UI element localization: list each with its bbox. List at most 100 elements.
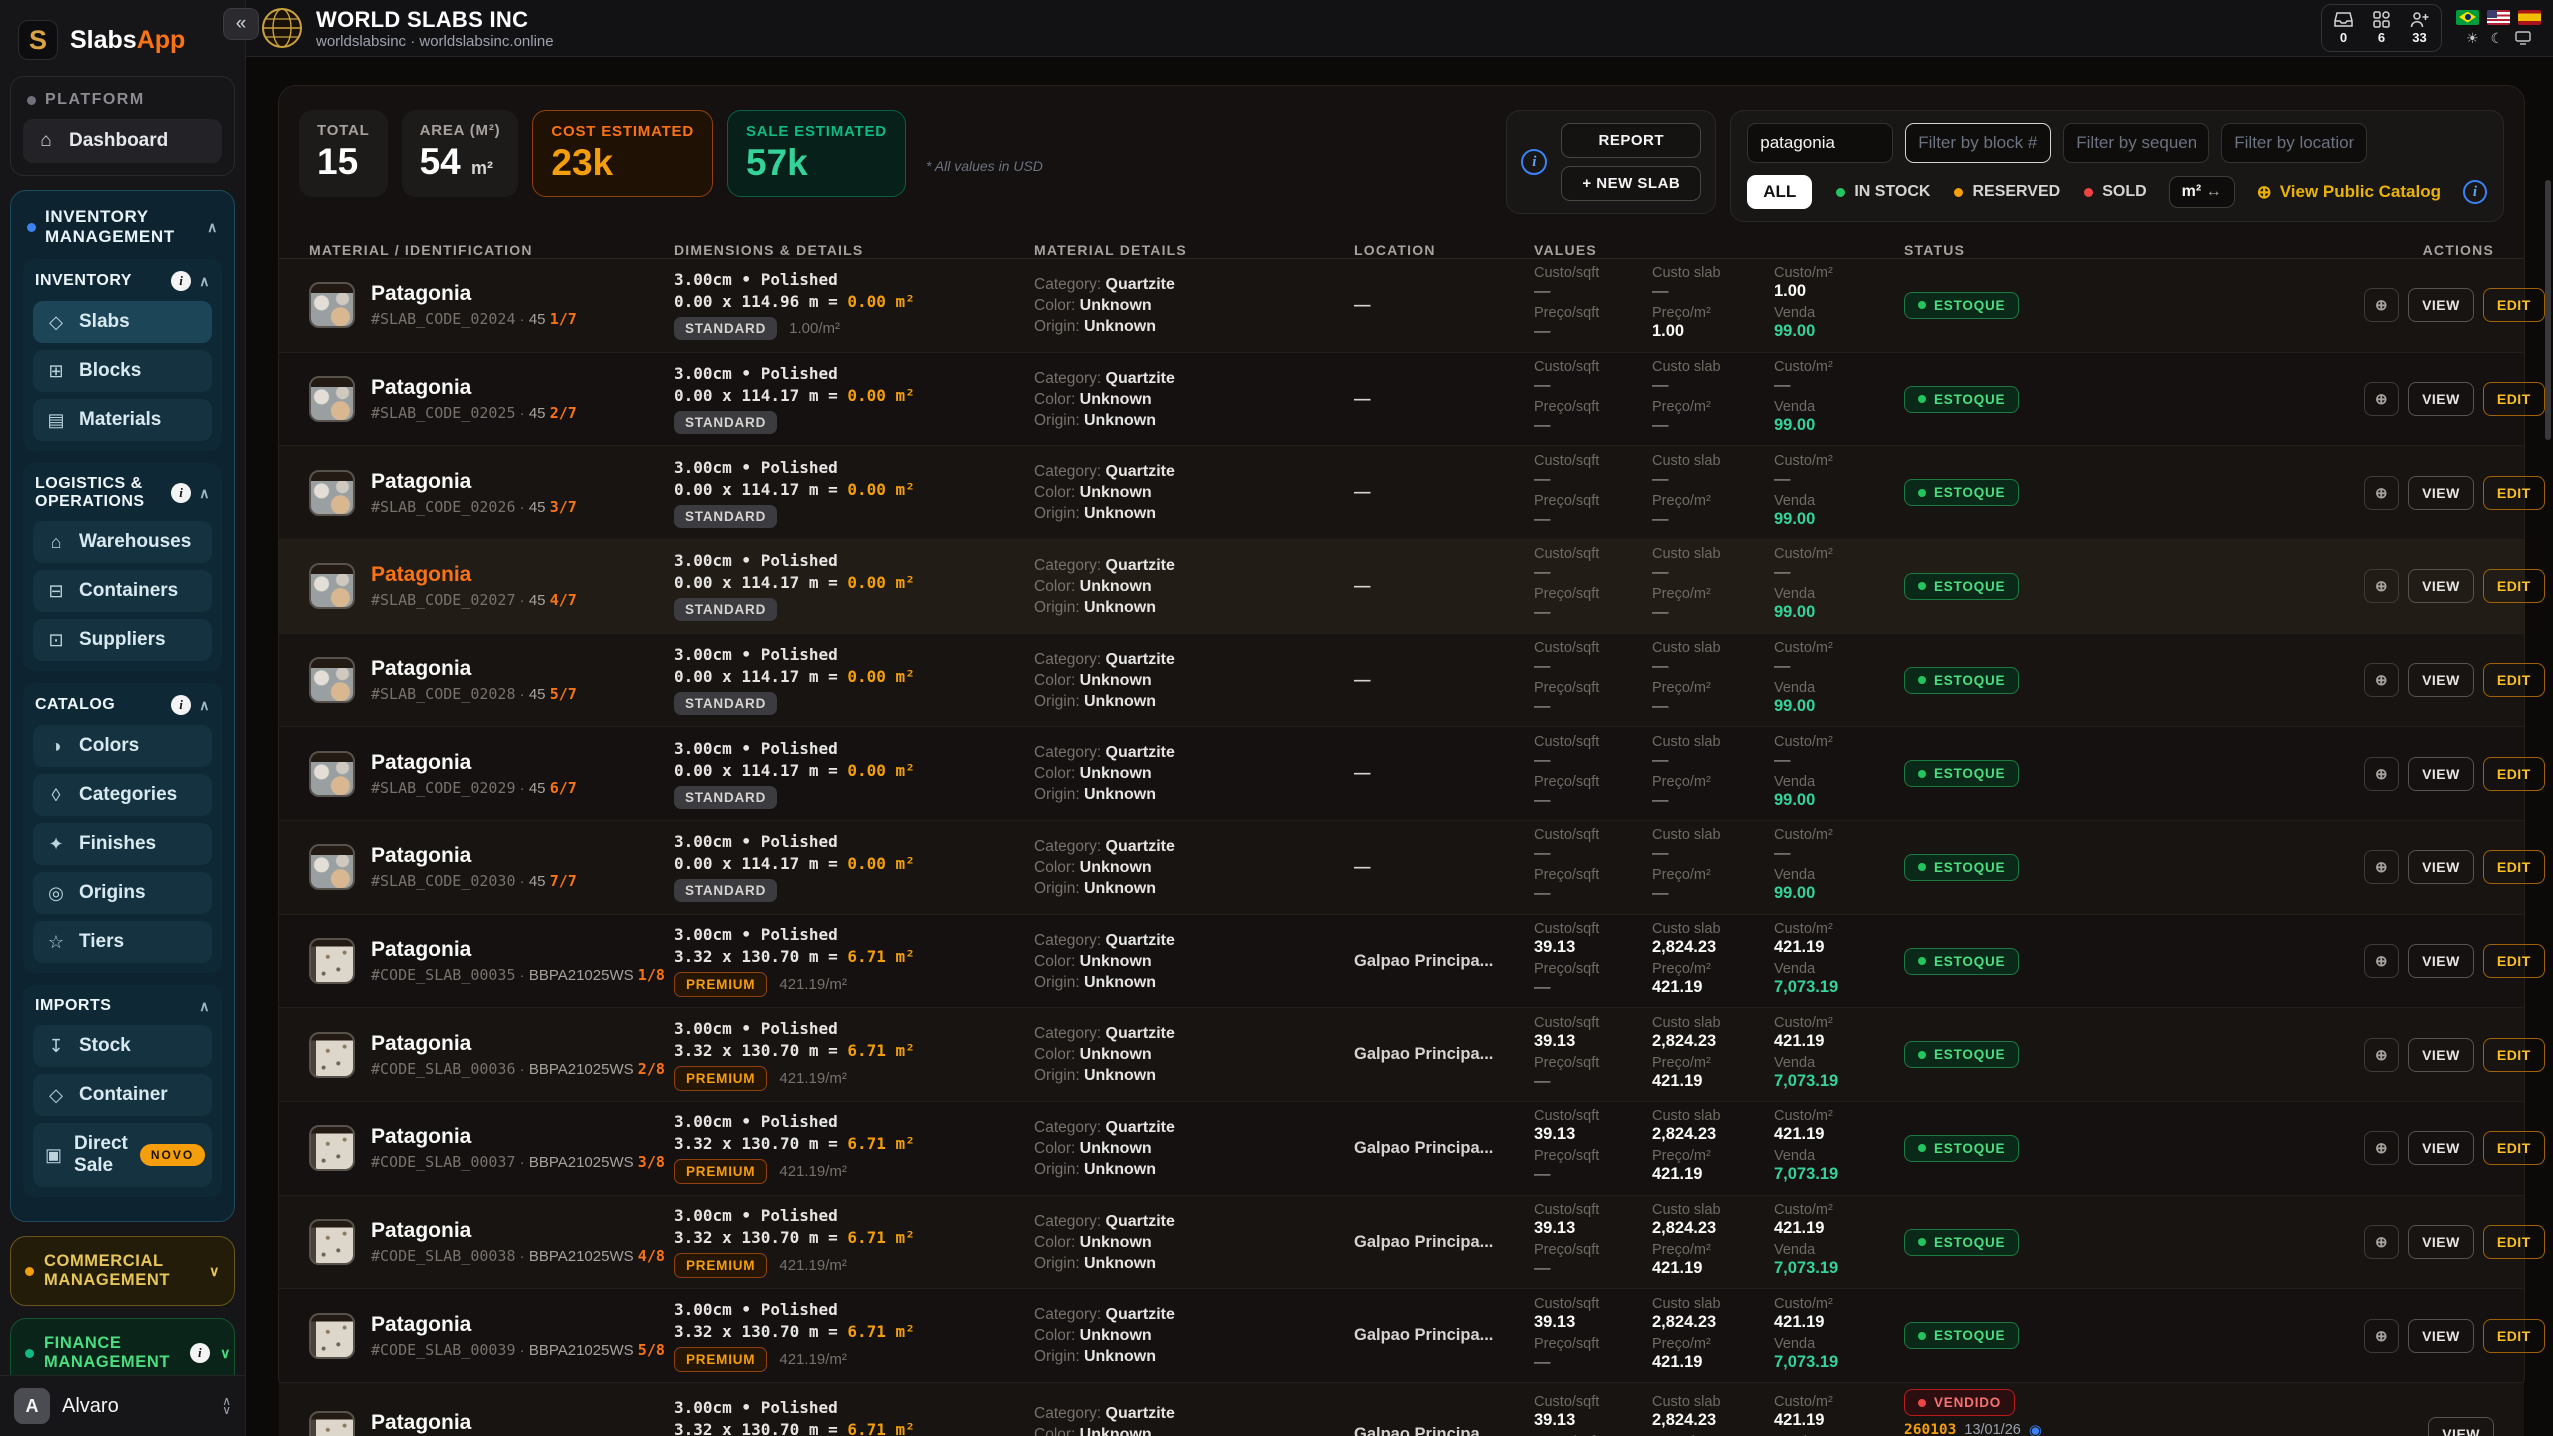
sidebar-item-stock[interactable]: ↧Stock	[33, 1025, 212, 1067]
sidebar-item-origins[interactable]: ◎Origins	[33, 872, 212, 914]
slab-thumbnail[interactable]	[309, 376, 355, 422]
edit-button[interactable]: EDIT	[2483, 1038, 2545, 1072]
table-row[interactable]: Patagonia #SLAB_CODE_02028 · 45 5/7 3.00…	[279, 634, 2524, 728]
table-row[interactable]: Patagonia #CODE_SLAB_00035 · BBPA21025WS…	[279, 915, 2524, 1009]
sidebar-item-colors[interactable]: ◑Colors	[33, 725, 212, 767]
material-name[interactable]: Patagonia	[371, 657, 577, 681]
filter-tab-sold[interactable]: SOLD	[2084, 183, 2146, 201]
table-row[interactable]: Patagonia #SLAB_CODE_02030 · 45 7/7 3.00…	[279, 821, 2524, 915]
info-icon[interactable]: i	[171, 695, 191, 715]
slab-thumbnail[interactable]	[309, 1313, 355, 1359]
edit-button[interactable]: EDIT	[2483, 1131, 2545, 1165]
slab-thumbnail[interactable]	[309, 938, 355, 984]
edit-button[interactable]: EDIT	[2483, 1225, 2545, 1259]
moon-icon[interactable]: ☾	[2491, 30, 2504, 47]
unit-toggle-button[interactable]: m² ↔	[2169, 176, 2235, 208]
sidebar-item-containers[interactable]: ⊟Containers	[33, 570, 212, 612]
edit-button[interactable]: EDIT	[2483, 382, 2545, 416]
sidebar-item-blocks[interactable]: ⊞Blocks	[33, 350, 212, 392]
slab-thumbnail[interactable]	[309, 563, 355, 609]
sidebar-section-finance-management[interactable]: FINANCE MANAGEMENTi∨	[10, 1318, 235, 1375]
publish-globe-button[interactable]: ⊕	[2364, 569, 2399, 603]
sidebar-item-container[interactable]: ◇Container	[33, 1074, 212, 1116]
material-name[interactable]: Patagonia	[371, 1219, 665, 1243]
sequence-filter-input[interactable]	[2063, 123, 2209, 163]
slab-thumbnail[interactable]	[309, 844, 355, 890]
edit-button[interactable]: EDIT	[2483, 850, 2545, 884]
slab-thumbnail[interactable]	[309, 1411, 355, 1436]
usa-flag[interactable]	[2487, 10, 2510, 25]
sidebar-item-warehouses[interactable]: ⌂Warehouses	[33, 521, 212, 563]
material-name[interactable]: Patagonia	[371, 938, 665, 962]
table-row[interactable]: Patagonia #SLAB_CODE_02027 · 45 4/7 3.00…	[279, 540, 2524, 634]
slab-thumbnail[interactable]	[309, 1219, 355, 1265]
publish-globe-button[interactable]: ⊕	[2364, 382, 2399, 416]
view-button[interactable]: VIEW	[2408, 288, 2474, 322]
view-button[interactable]: VIEW	[2408, 944, 2474, 978]
table-row[interactable]: Patagonia #CODE_SLAB_00037 · BBPA21025WS…	[279, 1102, 2524, 1196]
publish-globe-button[interactable]: ⊕	[2364, 1131, 2399, 1165]
slab-thumbnail[interactable]	[309, 282, 355, 328]
material-name[interactable]: Patagonia	[371, 1032, 665, 1056]
slab-thumbnail[interactable]	[309, 751, 355, 797]
info-icon[interactable]: i	[1521, 149, 1547, 175]
material-name[interactable]: Patagonia	[371, 1313, 665, 1337]
block-filter-input[interactable]	[1905, 123, 2051, 163]
sidebar-item-finishes[interactable]: ✦Finishes	[33, 823, 212, 865]
info-icon[interactable]: i	[190, 1343, 210, 1363]
table-row[interactable]: Patagonia #SLAB_CODE_02025 · 45 2/7 3.00…	[279, 353, 2524, 447]
sidebar-collapse-button[interactable]: «	[223, 8, 259, 40]
filter-tab-reserved[interactable]: RESERVED	[1954, 183, 2060, 201]
table-row[interactable]: Patagonia #CODE_SLAB_00039 · BBPA21025WS…	[279, 1289, 2524, 1383]
info-icon[interactable]: i	[171, 483, 191, 503]
publish-globe-button[interactable]: ⊕	[2364, 288, 2399, 322]
catalog-info-icon[interactable]: i	[2463, 180, 2487, 204]
sidebar-item-direct-sale[interactable]: ▣Direct SaleNOVO	[33, 1123, 212, 1187]
sale-order-number[interactable]: 260103	[1904, 1422, 1956, 1436]
filter-tab-in-stock[interactable]: IN STOCK	[1836, 183, 1930, 201]
page-scrollbar[interactable]	[2545, 180, 2551, 440]
view-button[interactable]: VIEW	[2408, 1131, 2474, 1165]
view-button[interactable]: VIEW	[2408, 382, 2474, 416]
sidebar-item-dashboard[interactable]: ⌂ Dashboard	[23, 119, 222, 163]
eye-icon[interactable]: ◉	[2029, 1421, 2042, 1436]
publish-globe-button[interactable]: ⊕	[2364, 850, 2399, 884]
publish-globe-button[interactable]: ⊕	[2364, 757, 2399, 791]
publish-globe-button[interactable]: ⊕	[2364, 1225, 2399, 1259]
brazil-flag[interactable]	[2456, 10, 2479, 25]
publish-globe-button[interactable]: ⊕	[2364, 476, 2399, 510]
sidebar-item-suppliers[interactable]: ⊡Suppliers	[33, 619, 212, 661]
edit-button[interactable]: EDIT	[2483, 944, 2545, 978]
group-header[interactable]: LOGISTICS & OPERATIONSi∧	[33, 473, 212, 521]
counter-inbox-icon[interactable]: 0	[2334, 11, 2353, 45]
publish-globe-button[interactable]: ⊕	[2364, 944, 2399, 978]
material-name[interactable]: Patagonia	[371, 1411, 665, 1435]
sidebar-item-categories[interactable]: ◊Categories	[33, 774, 212, 816]
view-button[interactable]: VIEW	[2408, 1225, 2474, 1259]
spain-flag[interactable]	[2518, 10, 2541, 25]
edit-button[interactable]: EDIT	[2483, 663, 2545, 697]
publish-globe-button[interactable]: ⊕	[2364, 1038, 2399, 1072]
slab-thumbnail[interactable]	[309, 1125, 355, 1171]
view-button[interactable]: VIEW	[2428, 1417, 2494, 1436]
edit-button[interactable]: EDIT	[2483, 288, 2545, 322]
user-menu-chevrons-icon[interactable]: ∧∨	[222, 1397, 231, 1415]
filter-tab-all[interactable]: ALL	[1747, 175, 1812, 209]
search-input[interactable]	[1747, 123, 1893, 163]
group-header[interactable]: INVENTORYi∧	[33, 269, 212, 301]
edit-button[interactable]: EDIT	[2483, 757, 2545, 791]
edit-button[interactable]: EDIT	[2483, 476, 2545, 510]
table-row[interactable]: Patagonia #CODE_SLAB_00038 · BBPA21025WS…	[279, 1196, 2524, 1290]
report-button[interactable]: REPORT	[1561, 123, 1701, 158]
sidebar-section-commercial-management[interactable]: COMMERCIAL MANAGEMENT∨	[10, 1236, 235, 1306]
view-public-catalog-link[interactable]: ⊕ View Public Catalog	[2257, 182, 2441, 203]
table-row[interactable]: Patagonia #CODE_SLAB_00040 · BBPA21025WS…	[279, 1383, 2524, 1436]
material-name[interactable]: Patagonia	[371, 1125, 665, 1149]
view-button[interactable]: VIEW	[2408, 1038, 2474, 1072]
edit-button[interactable]: EDIT	[2483, 569, 2545, 603]
material-name[interactable]: Patagonia	[371, 376, 577, 400]
view-button[interactable]: VIEW	[2408, 476, 2474, 510]
material-name[interactable]: Patagonia	[371, 470, 577, 494]
new-slab-button[interactable]: + NEW SLAB	[1561, 166, 1701, 201]
material-name[interactable]: Patagonia	[371, 563, 577, 587]
